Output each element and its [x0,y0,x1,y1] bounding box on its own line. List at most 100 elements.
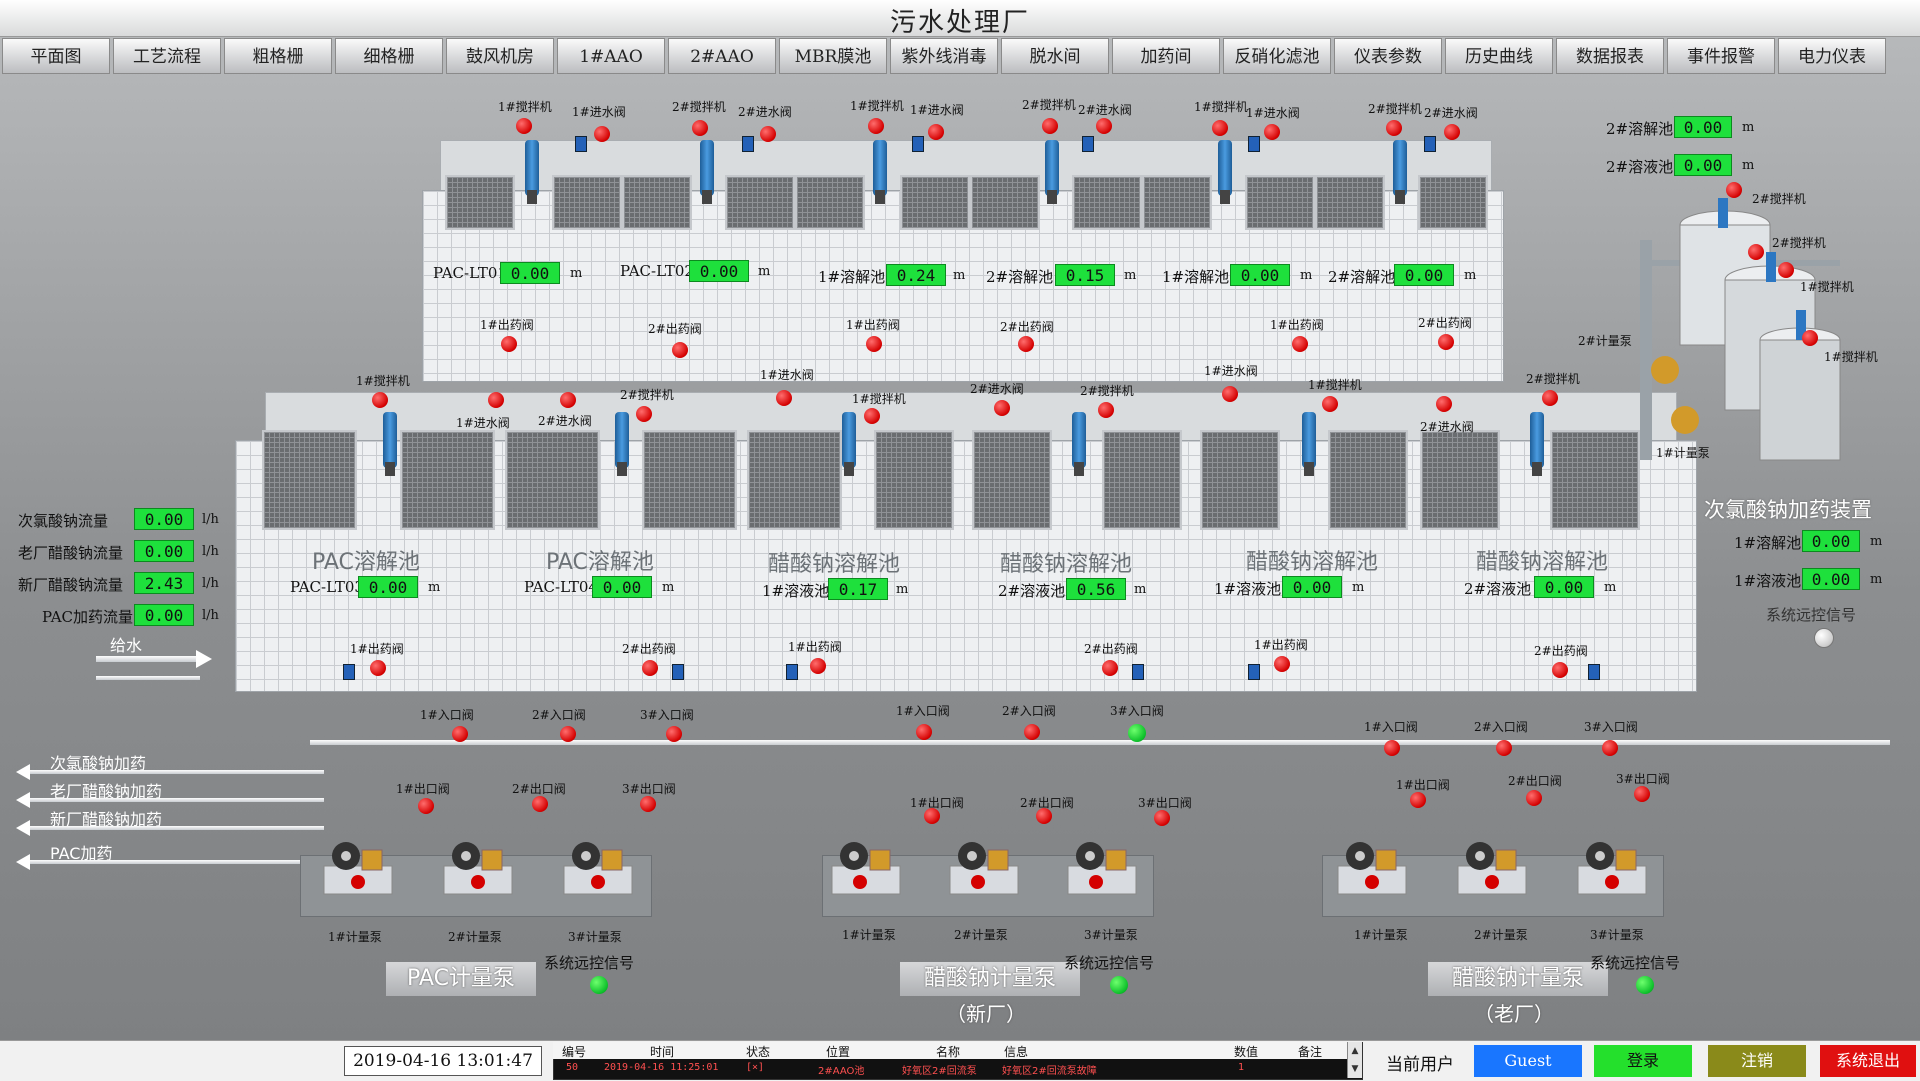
status-indicator[interactable] [1526,790,1542,806]
valve-icon[interactable] [786,664,798,680]
status-indicator[interactable] [776,390,792,406]
status-indicator[interactable] [1212,120,1228,136]
status-indicator[interactable] [692,120,708,136]
mixer-icon[interactable] [1218,140,1232,204]
table-scrollbar[interactable]: ▲ ▼ [1347,1042,1362,1078]
status-indicator[interactable] [640,796,656,812]
status-indicator[interactable] [1036,808,1052,824]
pump-group-title[interactable]: PAC计量泵 [386,962,536,996]
nav-tab-coarse-screen[interactable]: 粗格栅 [224,38,332,74]
status-indicator[interactable] [868,118,884,134]
nav-tab-uv[interactable]: 紫外线消毒 [890,38,998,74]
status-indicator[interactable] [532,796,548,812]
nav-tab-instruments[interactable]: 仪表参数 [1334,38,1442,74]
nav-tab-dewatering[interactable]: 脱水间 [1001,38,1109,74]
status-indicator[interactable] [1098,402,1114,418]
status-indicator[interactable] [1496,740,1512,756]
status-indicator[interactable] [672,342,688,358]
status-indicator[interactable] [1292,336,1308,352]
valve-icon[interactable] [1248,664,1260,680]
status-indicator[interactable] [560,392,576,408]
mixer-icon[interactable] [700,140,714,204]
valve-icon[interactable] [1082,136,1094,152]
metering-pump-icon[interactable] [1062,836,1142,898]
nav-tab-mbr[interactable]: MBR膜池 [779,38,887,74]
valve-icon[interactable] [1588,664,1600,680]
status-indicator[interactable] [418,798,434,814]
nav-tab-fine-screen[interactable]: 细格栅 [335,38,443,74]
status-indicator[interactable] [864,408,880,424]
valve-icon[interactable] [343,664,355,680]
valve-icon[interactable] [575,136,587,152]
status-indicator[interactable] [1154,810,1170,826]
status-indicator[interactable] [1438,334,1454,350]
status-indicator[interactable] [372,392,388,408]
status-indicator[interactable] [501,336,517,352]
mixer-icon[interactable] [1393,140,1407,204]
mixer-icon[interactable] [1072,412,1086,476]
pump-group-title[interactable]: 醋酸钠计量泵 [900,962,1080,996]
status-indicator[interactable] [1726,182,1742,198]
status-indicator[interactable] [928,124,944,140]
nav-tab-aao1[interactable]: 1#AAO [557,38,665,74]
valve-icon[interactable] [1248,136,1260,152]
status-indicator[interactable] [1552,662,1568,678]
mixer-icon[interactable] [383,412,397,476]
nav-tab-plan[interactable]: 平面图 [2,38,110,74]
mixer-icon[interactable] [873,140,887,204]
status-indicator[interactable] [370,660,386,676]
status-indicator[interactable] [1042,118,1058,134]
status-indicator[interactable] [1322,396,1338,412]
status-indicator[interactable] [1024,724,1040,740]
metering-pump-icon[interactable] [1572,836,1652,898]
status-indicator[interactable] [1102,660,1118,676]
nav-tab-aao2[interactable]: 2#AAO [668,38,776,74]
metering-pump-icon[interactable] [558,836,638,898]
status-indicator[interactable] [1410,792,1426,808]
metering-pump-icon[interactable] [944,836,1024,898]
status-indicator[interactable] [1384,740,1400,756]
status-indicator[interactable] [924,808,940,824]
status-indicator[interactable] [1386,120,1402,136]
status-indicator[interactable] [1444,124,1460,140]
status-indicator[interactable] [1748,244,1764,260]
status-indicator[interactable] [594,126,610,142]
status-indicator[interactable] [1128,724,1146,742]
nav-tab-process[interactable]: 工艺流程 [113,38,221,74]
exit-button[interactable]: 系统退出 [1820,1045,1916,1077]
status-indicator[interactable] [1018,336,1034,352]
metering-pump-icon[interactable] [826,836,906,898]
status-indicator[interactable] [1222,386,1238,402]
status-indicator[interactable] [560,726,576,742]
status-indicator[interactable] [488,392,504,408]
status-indicator[interactable] [1264,124,1280,140]
mixer-icon[interactable] [842,412,856,476]
metering-pump-icon[interactable] [318,836,398,898]
mixer-icon[interactable] [1045,140,1059,204]
nav-tab-blower[interactable]: 鼓风机房 [446,38,554,74]
valve-icon[interactable] [742,136,754,152]
status-indicator[interactable] [1602,740,1618,756]
status-indicator[interactable] [1274,656,1290,672]
status-indicator[interactable] [1802,330,1818,346]
nav-tab-denitrification[interactable]: 反硝化滤池 [1223,38,1331,74]
status-indicator[interactable] [1634,786,1650,802]
metering-pump-icon[interactable] [1332,836,1412,898]
logout-button[interactable]: 注销 [1708,1045,1806,1077]
status-indicator[interactable] [516,118,532,134]
status-indicator[interactable] [1778,262,1794,278]
login-button[interactable]: 登录 [1594,1045,1692,1077]
status-indicator[interactable] [810,658,826,674]
status-indicator[interactable] [636,406,652,422]
status-indicator[interactable] [452,726,468,742]
valve-icon[interactable] [1424,136,1436,152]
mixer-icon[interactable] [1302,412,1316,476]
nav-tab-reports[interactable]: 数据报表 [1556,38,1664,74]
status-indicator[interactable] [994,400,1010,416]
mixer-icon[interactable] [525,140,539,204]
status-indicator[interactable] [760,126,776,142]
status-indicator[interactable] [1436,396,1452,412]
status-indicator[interactable] [916,724,932,740]
status-indicator[interactable] [866,336,882,352]
nav-tab-alarms[interactable]: 事件报警 [1667,38,1775,74]
